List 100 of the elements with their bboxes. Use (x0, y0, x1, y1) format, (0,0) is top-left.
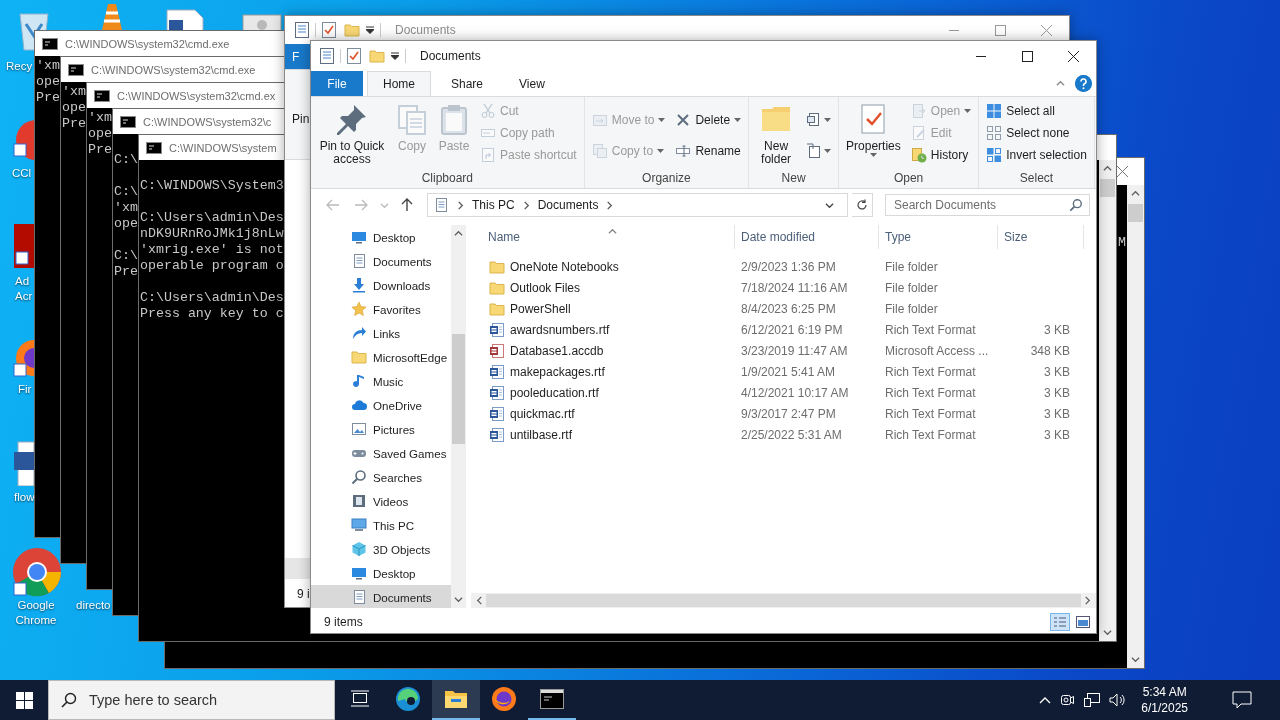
taskbar-app[interactable] (432, 680, 480, 720)
refresh-icon (856, 199, 868, 211)
type-cell-text: File folder (884, 259, 939, 274)
column-header[interactable]: Date modified (735, 225, 879, 249)
column-header[interactable]: Size (998, 225, 1084, 249)
ribbon-button[interactable]: Select all (982, 100, 1091, 122)
file-name[interactable]: makepackages.rtf (510, 364, 605, 379)
dropdown-icon[interactable] (391, 52, 399, 60)
breadcrumb[interactable]: Documents (537, 198, 599, 212)
nav-item[interactable]: Links (311, 321, 451, 345)
file-name[interactable]: PowerShell (510, 301, 571, 316)
chrome-browser-icon[interactable] (12, 547, 62, 597)
file-name[interactable]: untilbase.rtf (510, 427, 573, 442)
icon-label: Acr (15, 289, 33, 304)
file-name[interactable]: quickmac.rtf (510, 406, 575, 421)
word-document-icon[interactable] (14, 440, 34, 486)
ribbon-button[interactable]: Properties (842, 100, 905, 157)
scrollbar[interactable] (471, 593, 1096, 608)
close-icon (1067, 50, 1079, 62)
file-name[interactable]: Outlook Files (510, 280, 581, 295)
checklist-icon[interactable] (347, 48, 361, 64)
window-title: C:\WINDOWS\system32\cmd.exe (91, 63, 256, 76)
help-icon[interactable] (1075, 75, 1092, 92)
scroll-thumb[interactable] (1100, 179, 1115, 197)
column-header[interactable]: Type (879, 225, 998, 249)
scroll-down-icon (454, 595, 463, 604)
search-field[interactable]: Type here to search (48, 680, 335, 720)
file-tab[interactable]: File (311, 71, 363, 96)
nav-item[interactable]: Favorites (311, 297, 451, 321)
view-button[interactable] (1073, 613, 1093, 631)
clock-time[interactable]: 5:34 AM (1142, 684, 1187, 700)
clock-date[interactable]: 6/1/2025 (1141, 700, 1188, 716)
terminal-icon (540, 689, 564, 709)
scrollbar[interactable] (285, 558, 310, 579)
pdf-reader-icon[interactable] (14, 224, 36, 268)
nav-item[interactable]: Desktop (311, 225, 451, 249)
group-label: New (780, 171, 807, 187)
scrollbar[interactable] (1099, 160, 1116, 641)
scroll-thumb[interactable] (1128, 204, 1143, 222)
checklist-icon[interactable] (322, 22, 336, 38)
caret-icon (824, 117, 832, 122)
nav-item[interactable]: Documents (311, 249, 451, 273)
ribbon-button[interactable]: Rename (671, 140, 746, 163)
ribbon-button[interactable]: New folder (752, 100, 801, 166)
file-name[interactable]: awardsnumbers.rtf (510, 322, 610, 337)
file-name[interactable]: pooleducation.rtf (510, 385, 599, 400)
back-arrow-icon (326, 199, 340, 211)
ribbon-tab[interactable]: Home (367, 71, 431, 96)
ribbon-button[interactable]: History (906, 144, 976, 166)
ribbon-button[interactable]: Delete (671, 108, 746, 131)
properties-icon[interactable] (320, 48, 334, 64)
ribbon-button[interactable]: Pin to Quick access (314, 100, 390, 166)
dropdown-icon[interactable] (366, 26, 374, 34)
nav-item[interactable]: Videos (311, 489, 451, 513)
nav-item[interactable]: Saved Games (311, 441, 451, 465)
properties-icon[interactable] (295, 22, 309, 38)
nav-item[interactable]: 3D Objects (311, 537, 451, 561)
nav-item[interactable]: OneDrive (311, 393, 451, 417)
date-cell-text: 4/12/2021 10:17 AM (740, 385, 850, 400)
window-title: C:\WINDOWS\system32\cmd.ex (117, 89, 276, 102)
nav-item[interactable]: Documents (311, 585, 451, 608)
console-line: ope (114, 216, 138, 232)
nav-item[interactable]: Desktop (311, 561, 451, 585)
nav-item[interactable]: This PC (311, 513, 451, 537)
nav-item[interactable]: MicrosoftEdge (311, 345, 451, 369)
ribbon-button[interactable]: Invert selection (982, 144, 1091, 166)
nav-item[interactable]: Pictures (311, 417, 451, 441)
ribbon-tab[interactable]: Share (435, 71, 500, 96)
ribbon-button[interactable]: Pin (292, 112, 310, 159)
file-name[interactable]: Database1.accdb (510, 343, 604, 358)
document-icon (351, 253, 367, 269)
type-cell-text: Microsoft Access ... (884, 343, 990, 358)
document-icon[interactable] (165, 8, 205, 32)
scrollbar[interactable] (1127, 185, 1144, 668)
column-header[interactable]: Name (471, 225, 735, 249)
address-bar[interactable]: This PC Documents (427, 193, 848, 217)
ribbon-tab[interactable]: View (503, 71, 561, 96)
window-title: C:\WINDOWS\system32\c (143, 115, 272, 128)
nav-item[interactable]: Music (311, 369, 451, 393)
scroll-thumb[interactable] (486, 594, 1081, 607)
file-tab[interactable]: F (285, 44, 310, 69)
delete-icon (675, 111, 692, 128)
history-icon (910, 147, 927, 163)
search-field[interactable]: Search Documents (885, 194, 1090, 216)
breadcrumb[interactable]: This PC (472, 198, 515, 212)
network-icon[interactable] (1083, 692, 1102, 708)
word-document-icon (489, 384, 505, 401)
camera-icon[interactable] (1059, 692, 1076, 708)
scroll-thumb[interactable] (452, 334, 465, 444)
size-cell-text: 348 KB (1029, 343, 1071, 358)
nav-item[interactable]: Downloads (311, 273, 451, 297)
close-icon[interactable] (1117, 166, 1128, 177)
chevron-up-icon[interactable] (1039, 696, 1052, 704)
minimize-icon (976, 55, 986, 57)
ribbon-button[interactable]: Select none (982, 122, 1091, 144)
refresh-button[interactable] (852, 193, 873, 217)
file-name[interactable]: OneNote Notebooks (510, 259, 619, 274)
scrollbar[interactable] (451, 225, 466, 608)
volume-icon[interactable] (1109, 692, 1128, 708)
nav-item[interactable]: Searches (311, 465, 451, 489)
